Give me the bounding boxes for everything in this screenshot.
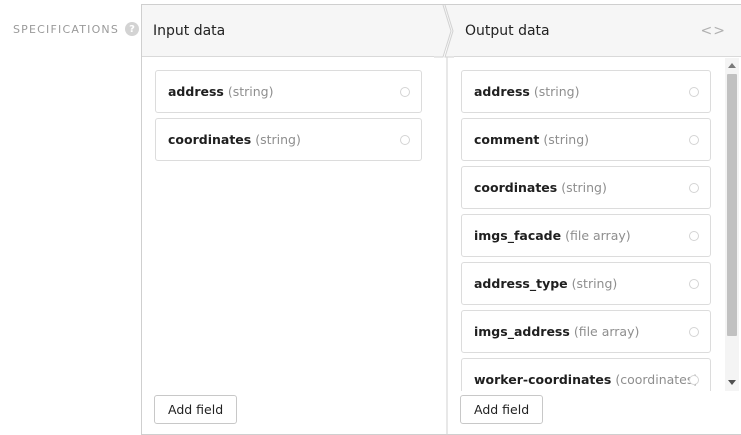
field-type: (file array) <box>573 324 640 339</box>
field-type: (string) <box>571 276 618 291</box>
field-name: coordinates <box>474 180 558 195</box>
output-fields-list: address (string) comment (string) coordi… <box>142 58 741 391</box>
output-field-comment[interactable]: comment (string) <box>461 118 711 161</box>
output-add-field-button[interactable]: Add field <box>460 395 544 424</box>
radio-circle-icon <box>689 279 699 289</box>
output-data-title: Output data <box>465 22 550 39</box>
field-name: address_type <box>474 276 568 291</box>
field-type: (string) <box>561 180 607 195</box>
output-field-address[interactable]: address (string) <box>461 70 711 113</box>
field-type: (file array) <box>565 228 631 243</box>
scroll-thumb[interactable] <box>727 74 737 336</box>
output-data-header: Output data <> <box>447 5 741 57</box>
radio-circle-icon <box>689 231 699 241</box>
output-scrollbar[interactable] <box>725 58 739 391</box>
output-field-imgs-facade[interactable]: imgs_facade (file array) <box>461 214 711 257</box>
output-field-coordinates[interactable]: coordinates (string) <box>461 166 711 209</box>
output-field-address-type[interactable]: address_type (string) <box>461 262 711 305</box>
radio-circle-icon <box>689 135 699 145</box>
field-name: worker-coordinates <box>474 372 612 387</box>
input-add-field-button[interactable]: Add field <box>154 395 238 424</box>
code-icon[interactable]: <> <box>701 23 726 39</box>
radio-circle-icon <box>689 327 699 337</box>
radio-circle-icon <box>689 375 699 385</box>
field-type: (string) <box>543 132 590 147</box>
field-type: (coordinates) <box>615 372 699 387</box>
specifications-label: SPECIFICATIONS ? <box>13 22 140 36</box>
output-field-worker-coordinates[interactable]: worker-coordinates (coordinates) <box>461 358 711 391</box>
radio-circle-icon <box>689 87 699 97</box>
field-name: comment <box>474 132 540 147</box>
output-field-imgs-address[interactable]: imgs_address (file array) <box>461 310 711 353</box>
specification-editor: Input data Output data <> address (strin… <box>141 4 741 435</box>
arrow-down-icon[interactable] <box>728 380 736 385</box>
arrow-up-icon[interactable] <box>728 63 736 68</box>
specifications-text: SPECIFICATIONS <box>13 22 120 36</box>
field-type: (string) <box>533 84 580 99</box>
help-icon[interactable]: ? <box>125 22 140 36</box>
field-name: imgs_address <box>474 324 570 339</box>
input-data-title: Input data <box>153 22 226 39</box>
field-name: imgs_facade <box>474 228 562 243</box>
radio-circle-icon <box>689 183 699 193</box>
field-name: address <box>474 84 530 99</box>
input-data-header: Input data <box>142 5 437 57</box>
